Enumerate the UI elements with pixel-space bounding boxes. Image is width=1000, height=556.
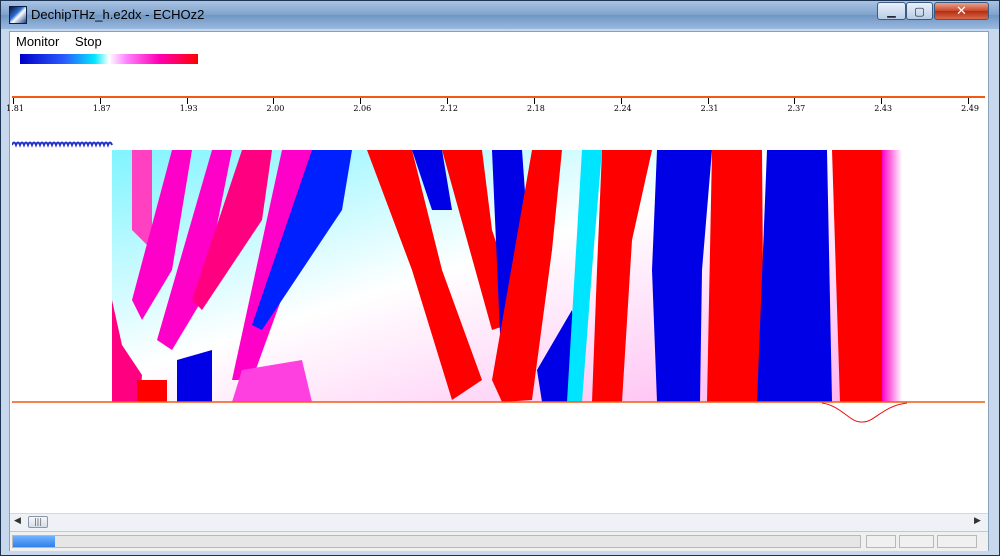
field-visualization — [12, 138, 985, 438]
app-window: DechipTHz_h.e2dx - ECHOz2 ▁ ▢ ✕ Monitor … — [0, 0, 1000, 556]
client-area: Monitor Stop 1.81 1.87 1.93 2.00 2.06 2.12 2.1… — [6, 31, 989, 551]
scroll-left-icon[interactable]: ◀ — [14, 516, 21, 526]
wave-field — [112, 150, 902, 402]
menu-bar: Monitor Stop — [10, 32, 988, 52]
ruler-tick-label: 2.00 — [266, 104, 285, 113]
ruler-tick-label: 2.37 — [787, 104, 806, 113]
scroll-thumb[interactable]: ||| — [28, 516, 48, 528]
ruler-tick-label: 2.49 — [961, 104, 979, 113]
window-title: DechipTHz_h.e2dx - ECHOz2 — [31, 7, 205, 22]
minimize-button[interactable]: ▁ — [877, 2, 906, 20]
ruler-tick-label: 1.93 — [179, 104, 198, 113]
ruler-tick-label: 2.06 — [353, 104, 372, 113]
app-icon[interactable] — [9, 6, 27, 24]
ruler-tick-label: 2.31 — [700, 104, 719, 113]
scroll-right-icon[interactable]: ▶ — [974, 516, 981, 526]
status-pane-2 — [899, 535, 934, 548]
ruler-tick-label: 1.81 — [6, 104, 24, 113]
grating-wave — [12, 141, 113, 148]
pulse-profile — [821, 402, 908, 423]
ruler-tick-label: 2.24 — [613, 104, 632, 113]
field-plot-svg — [12, 141, 985, 423]
title-bar[interactable]: DechipTHz_h.e2dx - ECHOz2 ▁ ▢ ✕ — [1, 1, 999, 29]
status-bar — [10, 531, 988, 551]
progress-bar — [12, 535, 861, 548]
menu-monitor[interactable]: Monitor — [16, 34, 59, 49]
progress-fill — [13, 536, 56, 547]
minimize-icon: ▁ — [887, 4, 896, 18]
color-scale-bar — [20, 54, 198, 64]
close-icon: ✕ — [956, 3, 967, 19]
ruler-tick-label: 2.18 — [527, 104, 545, 113]
ruler-tick-label: 2.43 — [874, 104, 893, 113]
maximize-icon: ▢ — [914, 4, 925, 18]
horizontal-scrollbar[interactable]: ◀ ||| ▶ — [10, 513, 988, 531]
status-pane-3 — [937, 535, 977, 548]
ruler-tick-label: 1.87 — [92, 104, 111, 113]
close-button[interactable]: ✕ — [934, 2, 989, 20]
position-ruler-line — [12, 96, 985, 98]
ruler-tick-label: 2.12 — [440, 104, 458, 113]
status-pane-1 — [866, 535, 896, 548]
maximize-button[interactable]: ▢ — [906, 2, 933, 20]
menu-stop[interactable]: Stop — [75, 34, 102, 49]
